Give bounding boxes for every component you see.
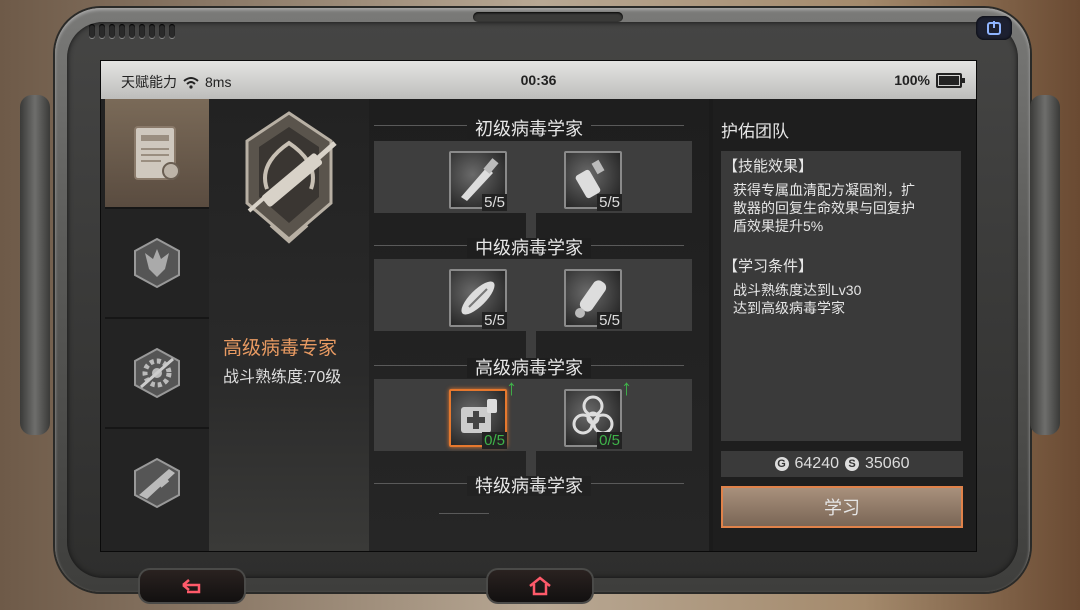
game-screen: 天赋能力 8ms 00:36 100% 高级病毒专家 战斗熟练度:70级 初级病… (100, 60, 977, 552)
upgrade-arrow-icon: ↑ (506, 375, 517, 400)
top-notch (473, 12, 623, 22)
skill-tree: 初级病毒学家 5/5 5/5 中级病毒学家 5/5 5/5 高级病毒学家 ↑ 0… (369, 99, 709, 551)
tier-title-4: 特级病毒学家 (369, 472, 689, 498)
learn-button[interactable]: 学习 (721, 486, 963, 528)
category-tabs (101, 99, 209, 551)
cost-silver: 35060 (865, 455, 910, 472)
home-icon (529, 576, 551, 596)
certificate-icon (134, 126, 180, 180)
skill-capsule[interactable]: 5/5 (449, 269, 507, 329)
tier-box-2 (374, 259, 692, 331)
tier-title-2: 中级病毒学家 (369, 234, 689, 260)
profile-title: 高级病毒专家 (223, 338, 338, 359)
tier-title-3: 高级病毒学家 (369, 354, 689, 380)
requirement-text: 战斗熟练度达到Lv30 达到高级病毒学家 (733, 282, 862, 316)
skill-detail-panel: 护佑团队 【技能效果】 获得专属血清配方凝固剂，扩 散器的回复生命效果与回复护 … (713, 99, 976, 551)
battery-icon (936, 72, 965, 88)
skill-count: 5/5 (597, 312, 622, 329)
skill-biohazard[interactable]: ↑ 0/5 (564, 375, 632, 449)
tab-rifle[interactable] (105, 429, 209, 537)
right-rail (1030, 95, 1060, 435)
skill-count: 5/5 (597, 194, 622, 211)
profile-panel: 高级病毒专家 战斗熟练度:70级 (209, 99, 369, 551)
skill-injector[interactable]: 5/5 (449, 151, 507, 211)
cost-bar: G 64240 S 35060 (721, 451, 963, 477)
skill-count: 5/5 (482, 194, 507, 211)
skill-spray[interactable]: 5/5 (564, 151, 622, 211)
effect-header: 【技能效果】 (723, 158, 814, 175)
skill-count: 0/5 (597, 432, 622, 449)
skill-name: 护佑团队 (721, 122, 789, 141)
profile-level: 战斗熟练度:70级 (223, 369, 342, 386)
back-button[interactable] (140, 570, 244, 602)
skill-count: 0/5 (482, 432, 507, 449)
tier-divider (439, 513, 489, 514)
gold-coin-icon: G (774, 457, 789, 471)
left-rail (20, 95, 50, 435)
skill-count: 5/5 (482, 312, 507, 329)
syringe-emblem-icon (245, 111, 337, 244)
home-button[interactable] (488, 570, 592, 602)
status-battery-text: 100% (894, 72, 930, 88)
tier-box-3 (374, 379, 692, 451)
tab-wolf[interactable] (105, 209, 209, 319)
silver-coin-icon: S (845, 457, 859, 471)
tab-certificate[interactable] (105, 99, 209, 209)
upgrade-arrow-icon: ↑ (621, 375, 632, 400)
status-time: 00:36 (520, 72, 557, 88)
gear-tools-icon (134, 347, 180, 399)
power-icon (987, 21, 1001, 35)
skill-vial[interactable]: 5/5 (564, 269, 622, 329)
requirement-header: 【学习条件】 (723, 258, 814, 275)
rifle-emblem-icon (134, 457, 180, 509)
effect-text: 获得专属血清配方凝固剂，扩 散器的回复生命效果与回复护 盾效果提升5% (733, 182, 915, 234)
tier-box-1 (374, 141, 692, 213)
vent-grille (89, 24, 175, 38)
status-bar: 天赋能力 8ms 00:36 100% (101, 61, 976, 99)
skill-description-box: 【技能效果】 获得专属血清配方凝固剂，扩 散器的回复生命效果与回复护 盾效果提升… (721, 151, 961, 441)
tier-title-1: 初级病毒学家 (369, 115, 689, 141)
cost-gold: 64240 (794, 455, 840, 472)
wolf-emblem-icon (134, 237, 180, 289)
tab-gear[interactable] (105, 319, 209, 429)
back-arrow-icon (182, 579, 201, 594)
power-button[interactable] (976, 16, 1012, 40)
skill-medkit[interactable]: ↑ 0/5 (449, 375, 517, 449)
